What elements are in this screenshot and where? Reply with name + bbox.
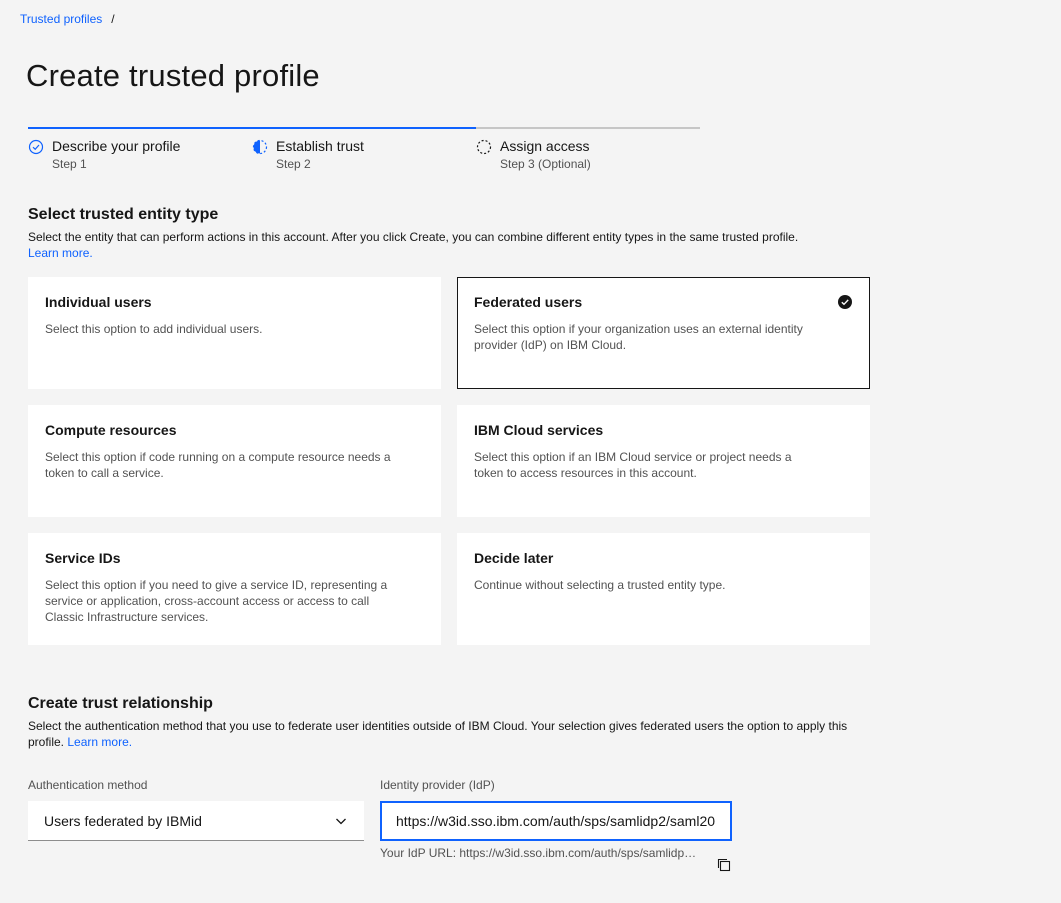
step-establish-trust[interactable]: Establish trust Step 2 [252, 127, 476, 175]
circle-dash-icon [476, 139, 492, 155]
step-bar [476, 127, 700, 129]
tile-description: Select this option if an IBM Cloud servi… [474, 450, 792, 480]
copy-button[interactable] [714, 855, 734, 875]
step-assign-access[interactable]: Assign access Step 3 (Optional) [476, 127, 700, 175]
copy-icon [717, 858, 731, 872]
trust-section-title: Create trust relationship [28, 695, 213, 712]
auth-method-dropdown[interactable]: Users federated by IBMid [28, 801, 364, 841]
step-label: Establish trust [276, 138, 364, 154]
tile-title: Individual users [45, 294, 152, 310]
idp-input[interactable] [380, 801, 732, 841]
breadcrumb-trusted-profiles-link[interactable]: Trusted profiles [20, 12, 102, 26]
checkmark-outline-icon [28, 139, 44, 155]
tile-compute-resources[interactable]: Compute resources Select this option if … [28, 405, 441, 517]
tile-ibm-cloud-services[interactable]: IBM Cloud services Select this option if… [457, 405, 870, 517]
tile-service-ids[interactable]: Service IDs Select this option if you ne… [28, 533, 441, 645]
tile-title: IBM Cloud services [474, 422, 604, 438]
auth-method-label: Authentication method [28, 778, 148, 792]
entity-learn-more-link[interactable]: Learn more. [28, 246, 93, 260]
idp-label: Identity provider (IdP) [380, 778, 495, 792]
step-describe-profile[interactable]: Describe your profile Step 1 [28, 127, 252, 175]
idp-helper-text: Your IdP URL: https://w3id.sso.ibm.com/a… [380, 846, 702, 860]
breadcrumb-separator: / [111, 12, 115, 26]
trust-learn-more-link[interactable]: Learn more. [67, 735, 132, 749]
step-sublabel: Step 2 [276, 157, 311, 171]
step-label: Describe your profile [52, 138, 181, 154]
tile-description: Select this option if code running on a … [45, 450, 391, 480]
step-bar [28, 127, 252, 129]
tile-description: Select this option if your organization … [474, 322, 803, 352]
chevron-down-icon [336, 818, 346, 825]
trust-section-description: Select the authentication method that yo… [28, 718, 868, 750]
incomplete-half-icon [252, 139, 268, 155]
breadcrumb: Trusted profiles / [20, 12, 115, 26]
page-title: Create trusted profile [26, 58, 320, 93]
tile-title: Federated users [474, 294, 583, 310]
auth-method-value: Users federated by IBMid [44, 812, 202, 829]
step-label: Assign access [500, 138, 590, 154]
progress-indicator: Describe your profile Step 1 Establish t… [28, 127, 700, 175]
trust-description-text: Select the authentication method that yo… [28, 719, 848, 749]
tile-title: Compute resources [45, 422, 177, 438]
tile-individual-users[interactable]: Individual users Select this option to a… [28, 277, 441, 389]
tile-decide-later[interactable]: Decide later Continue without selecting … [457, 533, 870, 645]
entity-section-title: Select trusted entity type [28, 206, 219, 223]
tile-title: Service IDs [45, 550, 121, 566]
step-sublabel: Step 3 (Optional) [500, 157, 591, 171]
tile-description: Continue without selecting a trusted ent… [474, 578, 726, 592]
tile-description: Select this option if you need to give a… [45, 578, 388, 624]
tile-description: Select this option to add individual use… [45, 322, 263, 336]
step-sublabel: Step 1 [52, 157, 87, 171]
checkmark-filled-icon [838, 295, 852, 309]
step-bar [252, 127, 476, 129]
tile-title: Decide later [474, 550, 554, 566]
entity-section-description: Select the entity that can perform actio… [28, 229, 868, 261]
tile-federated-users[interactable]: Federated users Select this option if yo… [457, 277, 870, 389]
entity-description-text: Select the entity that can perform actio… [28, 230, 799, 244]
